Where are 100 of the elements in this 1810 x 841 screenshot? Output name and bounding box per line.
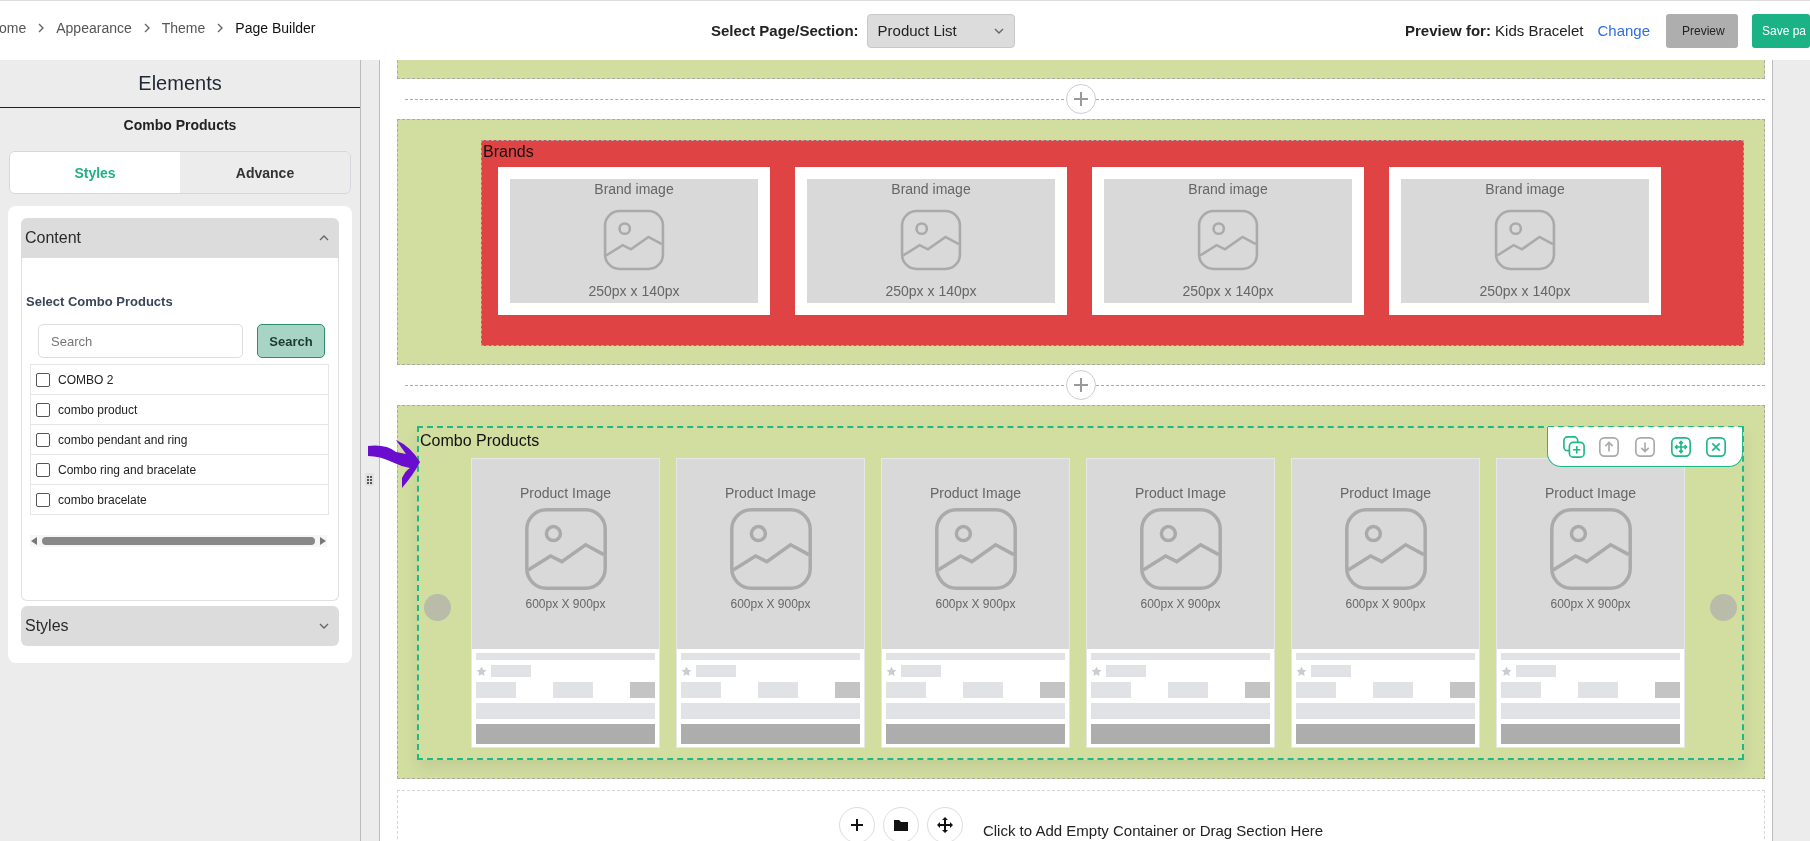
star-icon	[1296, 665, 1307, 677]
image-icon	[1548, 507, 1633, 591]
add-icon[interactable]	[838, 807, 875, 841]
placeholder-label: Product Image	[519, 485, 612, 501]
add-section-button[interactable]	[1066, 370, 1096, 400]
change-link[interactable]: Change	[1597, 22, 1650, 39]
resize-handle[interactable]	[365, 473, 374, 486]
placeholder-label: Product Image	[1134, 485, 1227, 501]
checkbox[interactable]	[36, 462, 50, 477]
placeholder-bar	[696, 665, 736, 677]
image-icon	[603, 209, 665, 271]
size-label: 600px X 900px	[935, 597, 1016, 611]
placeholder-bar	[758, 682, 798, 698]
placeholder-bar	[1501, 682, 1541, 698]
placeholder-bar	[1311, 665, 1351, 677]
product-option[interactable]: combo pendant and ring	[58, 432, 188, 447]
size-label: 250px x 140px	[1182, 283, 1274, 299]
placeholder-bar	[1296, 682, 1336, 698]
section-header[interactable]: Styles	[21, 606, 339, 646]
block-title: Brands	[483, 142, 534, 161]
placeholder-bar	[1106, 665, 1146, 677]
breadcrumb-link[interactable]: ome	[0, 20, 27, 36]
chevron-icon	[319, 233, 329, 243]
placeholder-label: Product Image	[1544, 485, 1637, 501]
chevron-icon	[319, 621, 329, 631]
checkbox[interactable]	[36, 492, 50, 507]
section-header[interactable]: Content	[21, 218, 339, 258]
plus-icon	[1073, 91, 1089, 107]
product-option[interactable]: combo bracelate	[58, 492, 147, 507]
preview-button[interactable]: Preview	[1666, 13, 1738, 48]
breadcrumb-link[interactable]: Page Builder	[235, 20, 316, 36]
image-icon	[728, 507, 813, 591]
star-icon	[1501, 665, 1512, 677]
placeholder-bar	[886, 682, 926, 698]
placeholder-bar	[1655, 682, 1680, 698]
size-label: 250px x 140px	[885, 283, 977, 299]
size-label: 600px X 900px	[1550, 597, 1631, 611]
placeholder-bar	[1578, 682, 1618, 698]
placeholder-label: Product Image	[929, 485, 1022, 501]
empty-container-dropzone[interactable]: Click to Add Empty Container or Drag Section Here	[397, 790, 1765, 841]
placeholder-bar	[1373, 682, 1413, 698]
placeholder-label: Brand image	[1188, 181, 1268, 197]
preview-for-text: Preview for: Kids Bracelet	[1405, 22, 1584, 39]
image-icon	[523, 507, 608, 591]
checkbox[interactable]	[36, 432, 50, 447]
placeholder-label: Brand image	[891, 181, 971, 197]
placeholder-bar	[1450, 682, 1475, 698]
page-select-label: Select Page/Section:	[711, 22, 859, 39]
search-button[interactable]: Search	[257, 324, 325, 358]
size-label: 250px x 140px	[588, 283, 680, 299]
size-label: 600px X 900px	[1140, 597, 1221, 611]
dropzone-hint: Click to Add Empty Container or Drag Section Here	[982, 821, 1324, 839]
placeholder-bar	[630, 682, 655, 698]
image-icon	[900, 209, 962, 271]
size-label: 600px X 900px	[730, 597, 811, 611]
selected-block[interactable]: Combo Products Product Image 600px X 900px Product Image 600px X 900px Product Image 600px X 900px Product Image 600px X 900px Product Image 600px X 900px Product Image 600px X 900px	[417, 426, 1744, 760]
breadcrumb-link[interactable]: Theme	[161, 20, 206, 36]
placeholder-bar	[1516, 665, 1556, 677]
image-icon	[933, 507, 1018, 591]
image-icon	[1138, 507, 1223, 591]
checkbox[interactable]	[36, 372, 50, 387]
placeholder-bar	[901, 665, 941, 677]
placeholder-bar	[476, 682, 516, 698]
panel-title: Elements	[0, 60, 360, 108]
page-select[interactable]: Product List	[866, 13, 1015, 48]
product-option[interactable]: combo product	[58, 402, 138, 417]
placeholder-bar	[1245, 682, 1270, 698]
placeholder-label: Product Image	[724, 485, 817, 501]
close-icon[interactable]	[1705, 435, 1728, 458]
field-label: Select Combo Products	[26, 294, 174, 309]
placeholder-bar	[1040, 682, 1065, 698]
checkbox[interactable]	[36, 402, 50, 417]
search-field[interactable]: Search	[38, 324, 243, 358]
placeholder-label: Brand image	[594, 181, 674, 197]
placeholder-label: Product Image	[1339, 485, 1432, 501]
star-icon	[1091, 665, 1102, 677]
duplicate-icon[interactable]	[1562, 435, 1585, 458]
folder-icon[interactable]	[882, 807, 919, 841]
size-label: 250px x 140px	[1479, 283, 1571, 299]
size-label: 600px X 900px	[1345, 597, 1426, 611]
image-icon	[1494, 209, 1556, 271]
size-label: 600px X 900px	[525, 597, 606, 611]
plus-icon	[1073, 377, 1089, 393]
placeholder-bar	[1091, 682, 1131, 698]
placeholder-label: Brand image	[1485, 181, 1565, 197]
product-option[interactable]: Combo ring and bracelate	[58, 462, 197, 477]
breadcrumb-link[interactable]: Appearance	[56, 20, 132, 36]
scroll-right-icon[interactable]	[319, 536, 327, 546]
add-section-button[interactable]	[1066, 84, 1096, 114]
scroll-left-icon[interactable]	[30, 536, 38, 546]
scrollbar-thumb[interactable]	[42, 537, 315, 545]
star-icon	[886, 665, 897, 677]
star-icon	[476, 665, 487, 677]
placeholder-bar	[681, 682, 721, 698]
product-option[interactable]: COMBO 2	[58, 372, 114, 387]
placeholder-bar	[963, 682, 1003, 698]
block-title: Combo Products	[420, 431, 540, 450]
star-icon	[681, 665, 692, 677]
element-name: Combo Products	[122, 116, 238, 135]
image-icon	[1197, 209, 1259, 271]
